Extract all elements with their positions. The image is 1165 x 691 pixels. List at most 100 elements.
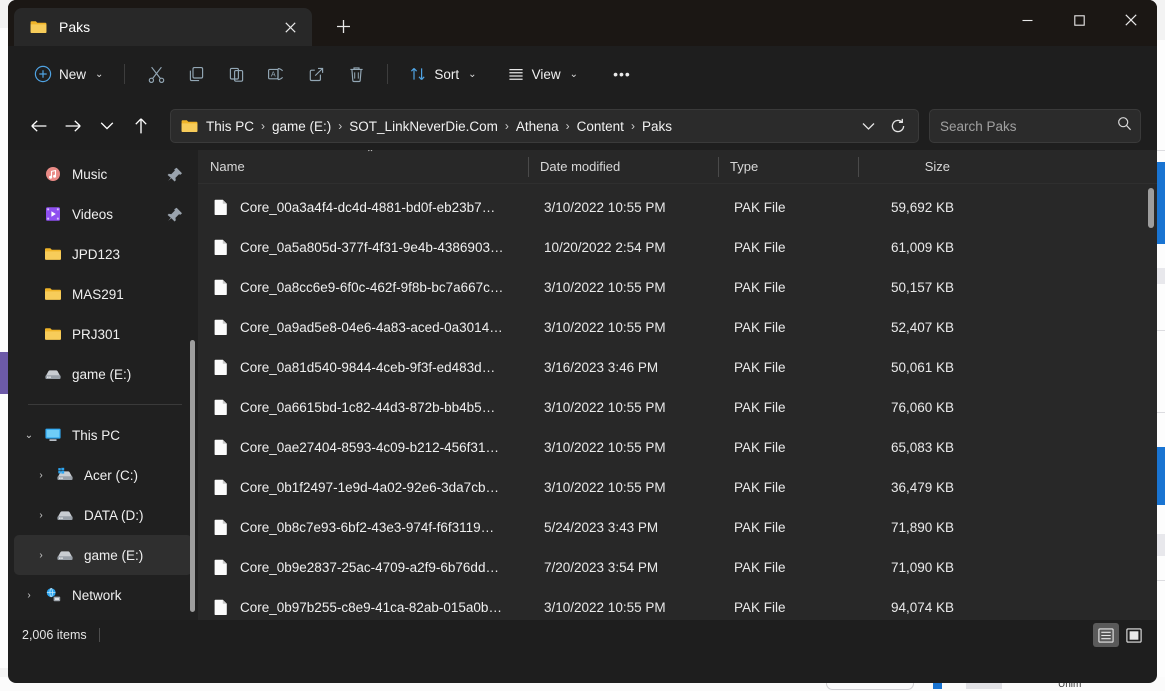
sidebar-item-jpd123[interactable]: JPD123 xyxy=(14,234,192,274)
table-row[interactable]: Core_0a9ad5e8-04e6-4a83-aced-0a3014…3/10… xyxy=(202,307,1153,347)
search-input[interactable] xyxy=(940,119,1117,134)
file-date-cell: 3/10/2022 10:55 PM xyxy=(532,280,722,295)
navigation-pane[interactable]: MusicVideosJPD123MAS291PRJ301game (E:) ⌄… xyxy=(8,150,198,620)
svg-text:A: A xyxy=(271,69,276,78)
share-button[interactable] xyxy=(296,57,336,91)
file-name-label: Core_00a3a4f4-dc4d-4881-bd0f-eb23b7… xyxy=(240,200,495,215)
sort-ascending-icon: ⌃ xyxy=(366,150,374,159)
table-row[interactable]: Core_0a8cc6e9-6f0c-462f-9f8b-bc7a667c…3/… xyxy=(202,267,1153,307)
table-row[interactable]: Core_0ae27404-8593-4c09-b212-456f31…3/10… xyxy=(202,427,1153,467)
breadcrumb-item[interactable]: SOT_LinkNeverDie.Com xyxy=(343,116,504,137)
sidebar-item-game-e[interactable]: › game (E:) xyxy=(14,535,192,575)
sidebar-item-label: game (E:) xyxy=(84,548,143,563)
sidebar-item-game-e[interactable]: game (E:) xyxy=(14,354,192,394)
breadcrumb-item[interactable]: Athena xyxy=(510,116,565,137)
sidebar-item-music[interactable]: Music xyxy=(14,154,192,194)
copy-button[interactable] xyxy=(176,57,216,91)
file-type-cell: PAK File xyxy=(722,280,862,295)
command-bar: New ⌄ A xyxy=(8,46,1157,102)
column-header-name-label: Name xyxy=(210,159,245,174)
sidebar-item-data-d[interactable]: ›DATA (D:) xyxy=(14,495,192,535)
table-row[interactable]: Core_0b8c7e93-6bf2-43e3-974f-f6f3119…5/2… xyxy=(202,507,1153,547)
tab-strip: Paks xyxy=(8,0,360,46)
view-button[interactable]: View ⌄ xyxy=(497,57,588,91)
column-header-size[interactable]: Size xyxy=(858,150,966,184)
sidebar-item-this-pc[interactable]: ⌄This PC xyxy=(14,415,192,455)
delete-button[interactable] xyxy=(336,57,376,91)
close-window-button[interactable] xyxy=(1105,0,1157,40)
address-dropdown-button[interactable] xyxy=(854,112,882,140)
file-size-cell: 94,074 KB xyxy=(862,600,970,615)
breadcrumb-item[interactable]: game (E:) xyxy=(266,116,337,137)
more-options-button[interactable]: ••• xyxy=(602,57,642,91)
rename-button[interactable]: A xyxy=(256,57,296,91)
minimize-button[interactable] xyxy=(1001,0,1053,40)
breadcrumb-item[interactable]: Content xyxy=(571,116,630,137)
file-type-cell: PAK File xyxy=(722,480,862,495)
file-name-label: Core_0ae27404-8593-4c09-b212-456f31… xyxy=(240,440,499,455)
file-list-scrollbar-thumb[interactable] xyxy=(1148,188,1154,228)
file-icon xyxy=(212,439,230,455)
table-row[interactable]: Core_0a81d540-9844-4ceb-9f3f-ed483d…3/16… xyxy=(202,347,1153,387)
table-row[interactable]: Core_00a3a4f4-dc4d-4881-bd0f-eb23b7…3/10… xyxy=(202,187,1153,227)
address-bar[interactable]: This PC›game (E:)›SOT_LinkNeverDie.Com›A… xyxy=(170,109,919,143)
file-name-cell: Core_0b1f2497-1e9d-4a02-92e6-3da7cb… xyxy=(202,479,532,495)
back-button[interactable] xyxy=(22,109,56,143)
table-row[interactable]: Core_0b1f2497-1e9d-4a02-92e6-3da7cb…3/10… xyxy=(202,467,1153,507)
column-header-name[interactable]: ⌃ Name xyxy=(198,150,528,184)
file-icon xyxy=(212,199,230,215)
breadcrumb-item[interactable]: This PC xyxy=(200,116,260,137)
table-row[interactable]: Core_0a5a805d-377f-4f31-9e4b-4386903…10/… xyxy=(202,227,1153,267)
view-button-label: View xyxy=(532,67,561,82)
sidebar-scrollbar-thumb[interactable] xyxy=(190,340,195,612)
close-tab-icon[interactable] xyxy=(276,13,304,41)
sort-button[interactable]: Sort ⌄ xyxy=(399,57,486,91)
table-row[interactable]: Core_0b97b255-c8e9-41ca-82ab-015a0b…3/10… xyxy=(202,587,1153,620)
column-header-date-modified[interactable]: Date modified xyxy=(528,150,718,184)
sidebar-item-videos[interactable]: Videos xyxy=(14,194,192,234)
expander-placeholder xyxy=(18,154,40,194)
copy-icon xyxy=(187,65,206,84)
table-row[interactable]: Core_0a6615bd-1c82-44d3-872b-bb4b5…3/10/… xyxy=(202,387,1153,427)
search-box[interactable] xyxy=(929,109,1141,143)
chevron-down-icon[interactable]: ⌄ xyxy=(18,415,40,455)
file-size-cell: 50,061 KB xyxy=(862,360,970,375)
chevron-right-icon[interactable]: › xyxy=(30,495,52,535)
new-button[interactable]: New ⌄ xyxy=(24,57,113,91)
folder-icon xyxy=(44,286,62,302)
new-tab-button[interactable] xyxy=(326,9,360,43)
file-icon xyxy=(212,439,230,455)
sidebar-item-mas291[interactable]: MAS291 xyxy=(14,274,192,314)
file-icon xyxy=(212,319,230,335)
window-controls xyxy=(1001,0,1157,40)
view-list-icon xyxy=(507,65,525,83)
chevron-right-icon[interactable]: › xyxy=(30,535,52,575)
file-icon xyxy=(212,559,230,575)
pin-icon[interactable] xyxy=(166,166,184,182)
details-view-icon xyxy=(1098,628,1114,643)
refresh-button[interactable] xyxy=(884,112,912,140)
breadcrumb-item[interactable]: Paks xyxy=(636,116,678,137)
chevron-right-icon[interactable]: › xyxy=(18,575,40,615)
recent-locations-button[interactable] xyxy=(90,109,124,143)
details-view-toggle[interactable] xyxy=(1093,623,1119,647)
sidebar-item-prj301[interactable]: PRJ301 xyxy=(14,314,192,354)
forward-button[interactable] xyxy=(56,109,90,143)
tab-paks[interactable]: Paks xyxy=(14,8,312,46)
maximize-button[interactable] xyxy=(1053,0,1105,40)
breadcrumb-separator: › xyxy=(504,119,510,133)
sidebar-item-network[interactable]: ›Network xyxy=(14,575,192,615)
chevron-right-icon[interactable]: › xyxy=(30,455,52,495)
cut-button[interactable] xyxy=(136,57,176,91)
arrow-right-icon xyxy=(64,118,82,134)
ellipsis-icon: ••• xyxy=(613,66,631,82)
up-button[interactable] xyxy=(124,109,158,143)
column-header-type[interactable]: Type xyxy=(718,150,858,184)
table-row[interactable]: Core_0b9e2837-25ac-4709-a2f9-6b76dd…7/20… xyxy=(202,547,1153,587)
file-date-cell: 3/16/2023 3:46 PM xyxy=(532,360,722,375)
file-icon xyxy=(212,279,230,295)
large-icons-view-toggle[interactable] xyxy=(1121,623,1147,647)
pin-icon[interactable] xyxy=(166,206,184,222)
sidebar-item-acer-c[interactable]: ›Acer (C:) xyxy=(14,455,192,495)
paste-button[interactable] xyxy=(216,57,256,91)
